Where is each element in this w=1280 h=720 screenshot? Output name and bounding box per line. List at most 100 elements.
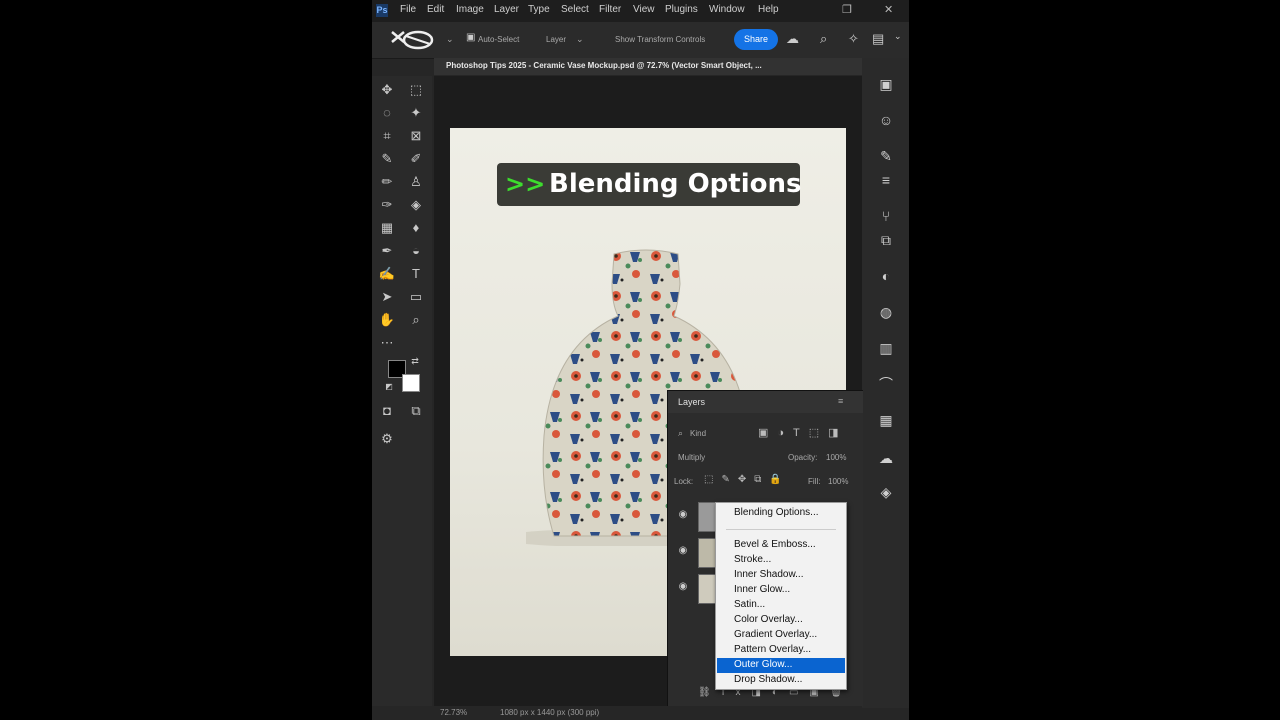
menu-satin[interactable]: Satin... [717, 598, 845, 613]
history-brush-tool-icon[interactable]: ✑ [378, 196, 396, 214]
tools-panel: ✥ ⬚ ◌ ✦ ⌗ ⊠ ✎ ✐ ✏ ♙ ✑ ◈ ▦ ♦ ✒ ◒ ✍ T ➤ ▭ … [372, 76, 432, 706]
clone-source-icon[interactable]: ⧉ [876, 230, 896, 250]
filter-search-icon[interactable]: ⌕ [678, 428, 683, 439]
gradient-tool-icon[interactable]: ▦ [378, 219, 396, 237]
menu-drop-shadow[interactable]: Drop Shadow... [717, 673, 845, 688]
menu-select[interactable]: Select [561, 4, 589, 15]
menu-image[interactable]: Image [456, 4, 484, 15]
hand-tool-icon[interactable]: ✋ [378, 311, 396, 329]
blur-tool-icon[interactable]: ♦ [407, 219, 425, 237]
layers-panel-title: Layers [678, 397, 706, 407]
brush-tool-icon[interactable]: ✏ [378, 173, 396, 191]
color-wheel-icon[interactable]: ◐ [876, 266, 896, 286]
menu-stroke[interactable]: Stroke... [717, 553, 845, 568]
discover-light-icon[interactable]: ✧ [848, 31, 859, 47]
dodge-tool-icon[interactable]: ✒ [378, 242, 396, 260]
menu-layer[interactable]: Layer [494, 4, 519, 15]
opacity-value[interactable]: 100% [826, 453, 846, 462]
menu-bevel-emboss[interactable]: Bevel & Emboss... [717, 538, 845, 553]
layer-select-chevron-icon[interactable]: ⌄ [576, 34, 584, 45]
close-window-icon[interactable]: ✕ [884, 3, 893, 16]
visibility-eye-icon[interactable]: ◉ [676, 581, 690, 592]
search-icon[interactable]: ⌕ [820, 31, 827, 47]
zoom-tool-icon[interactable]: ⌕ [407, 311, 425, 329]
menu-bar: Ps File Edit Image Layer Type Select Fil… [372, 0, 909, 22]
layers-panel-icon[interactable]: ◈ [876, 482, 896, 502]
pen-tool-icon[interactable]: ◒ [407, 242, 425, 260]
menu-plugins[interactable]: Plugins [665, 4, 698, 15]
restore-window-icon[interactable]: ❐ [842, 3, 852, 16]
menu-color-overlay[interactable]: Color Overlay... [717, 613, 845, 628]
right-panel-dock: ▣ ☺ ✎ ≡ ⑂ ⧉ ◐ ◍ ▥ ⌒ ▦ ☁ ◈ [862, 58, 909, 708]
more-tools-icon[interactable]: ⋯ [378, 334, 396, 352]
menu-view[interactable]: View [633, 4, 655, 15]
share-button[interactable]: Share [734, 29, 778, 50]
default-colors-icon[interactable]: ◩ [384, 382, 394, 392]
eyedropper-tool-icon[interactable]: ✎ [378, 150, 396, 168]
quick-mask-icon[interactable]: ◘ [378, 402, 396, 420]
screen-mode-icon[interactable]: ⧉ [407, 402, 425, 420]
panel-menu-icon[interactable]: ≡ [838, 396, 843, 406]
brush-settings-icon[interactable]: ✎ [876, 146, 896, 166]
healing-brush-tool-icon[interactable]: ✐ [407, 150, 425, 168]
adjust-sliders-icon[interactable]: ≡ [876, 170, 896, 190]
menu-outer-glow[interactable]: Outer Glow... [717, 658, 845, 673]
path-tool-icon[interactable]: ✍ [378, 265, 396, 283]
channels-icon[interactable]: ⑂ [876, 206, 896, 226]
menu-inner-shadow[interactable]: Inner Shadow... [717, 568, 845, 583]
workspace-chevron-icon[interactable]: ⌄ [894, 31, 902, 42]
opacity-label: Opacity: [788, 453, 818, 462]
document-tab[interactable]: Photoshop Tips 2025 - Ceramic Vase Mocku… [434, 58, 862, 75]
rectangle-tool-icon[interactable]: ▭ [407, 288, 425, 306]
workspace-panels-icon[interactable]: ▤ [872, 31, 884, 47]
menu-window[interactable]: Window [709, 4, 745, 15]
layer-select-dropdown[interactable]: Layer [546, 35, 566, 44]
visibility-eye-icon[interactable]: ◉ [676, 509, 690, 520]
people-icon[interactable]: ☺ [876, 110, 896, 130]
history-icon[interactable]: ▦ [876, 410, 896, 430]
edit-toolbar-icon[interactable]: ⚙ [378, 430, 396, 448]
document-size[interactable]: 1080 px x 1440 px (300 ppi) [500, 708, 599, 717]
marquee-tool-icon[interactable]: ⬚ [407, 81, 425, 99]
swap-colors-icon[interactable]: ⇄ [410, 356, 420, 366]
filter-kind-dropdown[interactable]: Kind [690, 429, 706, 438]
menu-help[interactable]: Help [758, 4, 779, 15]
panel-toggle-icon[interactable]: ▣ [876, 74, 896, 94]
tool-preset-icon[interactable] [388, 28, 436, 52]
lasso-tool-icon[interactable]: ◌ [378, 104, 396, 122]
background-color-swatch[interactable] [402, 374, 420, 392]
banner-arrows: >> [505, 170, 546, 198]
show-transform-controls-label[interactable]: Show Transform Controls [615, 35, 705, 44]
tool-preset-chevron-icon[interactable]: ⌄ [446, 34, 454, 45]
cloud-collab-icon[interactable]: ☁ [786, 31, 799, 47]
move-tool-icon[interactable]: ✥ [378, 81, 396, 99]
clone-stamp-tool-icon[interactable]: ♙ [407, 173, 425, 191]
blend-mode-dropdown[interactable]: Multiply [678, 453, 705, 462]
swatches-icon[interactable]: ◍ [876, 302, 896, 322]
libraries-icon[interactable]: ☁ [876, 448, 896, 468]
menu-filter[interactable]: Filter [599, 4, 621, 15]
lock-icons[interactable]: ⬚✎✥⧉🔒 [704, 474, 790, 485]
eraser-tool-icon[interactable]: ◈ [407, 196, 425, 214]
path-selection-tool-icon[interactable]: ➤ [378, 288, 396, 306]
menu-file[interactable]: File [400, 4, 416, 15]
title-banner: >> Blending Options [497, 163, 801, 206]
menu-edit[interactable]: Edit [427, 4, 444, 15]
menu-type[interactable]: Type [528, 4, 550, 15]
type-tool-icon[interactable]: T [407, 265, 425, 283]
visibility-eye-icon[interactable]: ◉ [676, 545, 690, 556]
menu-inner-glow[interactable]: Inner Glow... [717, 583, 845, 598]
frame-tool-icon[interactable]: ⊠ [407, 127, 425, 145]
paths-icon[interactable]: ⌒ [876, 374, 896, 394]
menu-separator [726, 529, 836, 530]
filter-type-icons[interactable]: ▣◑T⬚◨ [758, 426, 848, 439]
auto-select-checkbox-icon[interactable]: ▣ [466, 32, 475, 43]
menu-pattern-overlay[interactable]: Pattern Overlay... [717, 643, 845, 658]
zoom-level[interactable]: 72.73% [440, 708, 467, 717]
menu-blending-options[interactable]: Blending Options... [717, 506, 845, 521]
crop-tool-icon[interactable]: ⌗ [378, 127, 396, 145]
properties-icon[interactable]: ▥ [876, 338, 896, 358]
menu-gradient-overlay[interactable]: Gradient Overlay... [717, 628, 845, 643]
object-selection-tool-icon[interactable]: ✦ [407, 104, 425, 122]
fill-value[interactable]: 100% [828, 477, 848, 486]
